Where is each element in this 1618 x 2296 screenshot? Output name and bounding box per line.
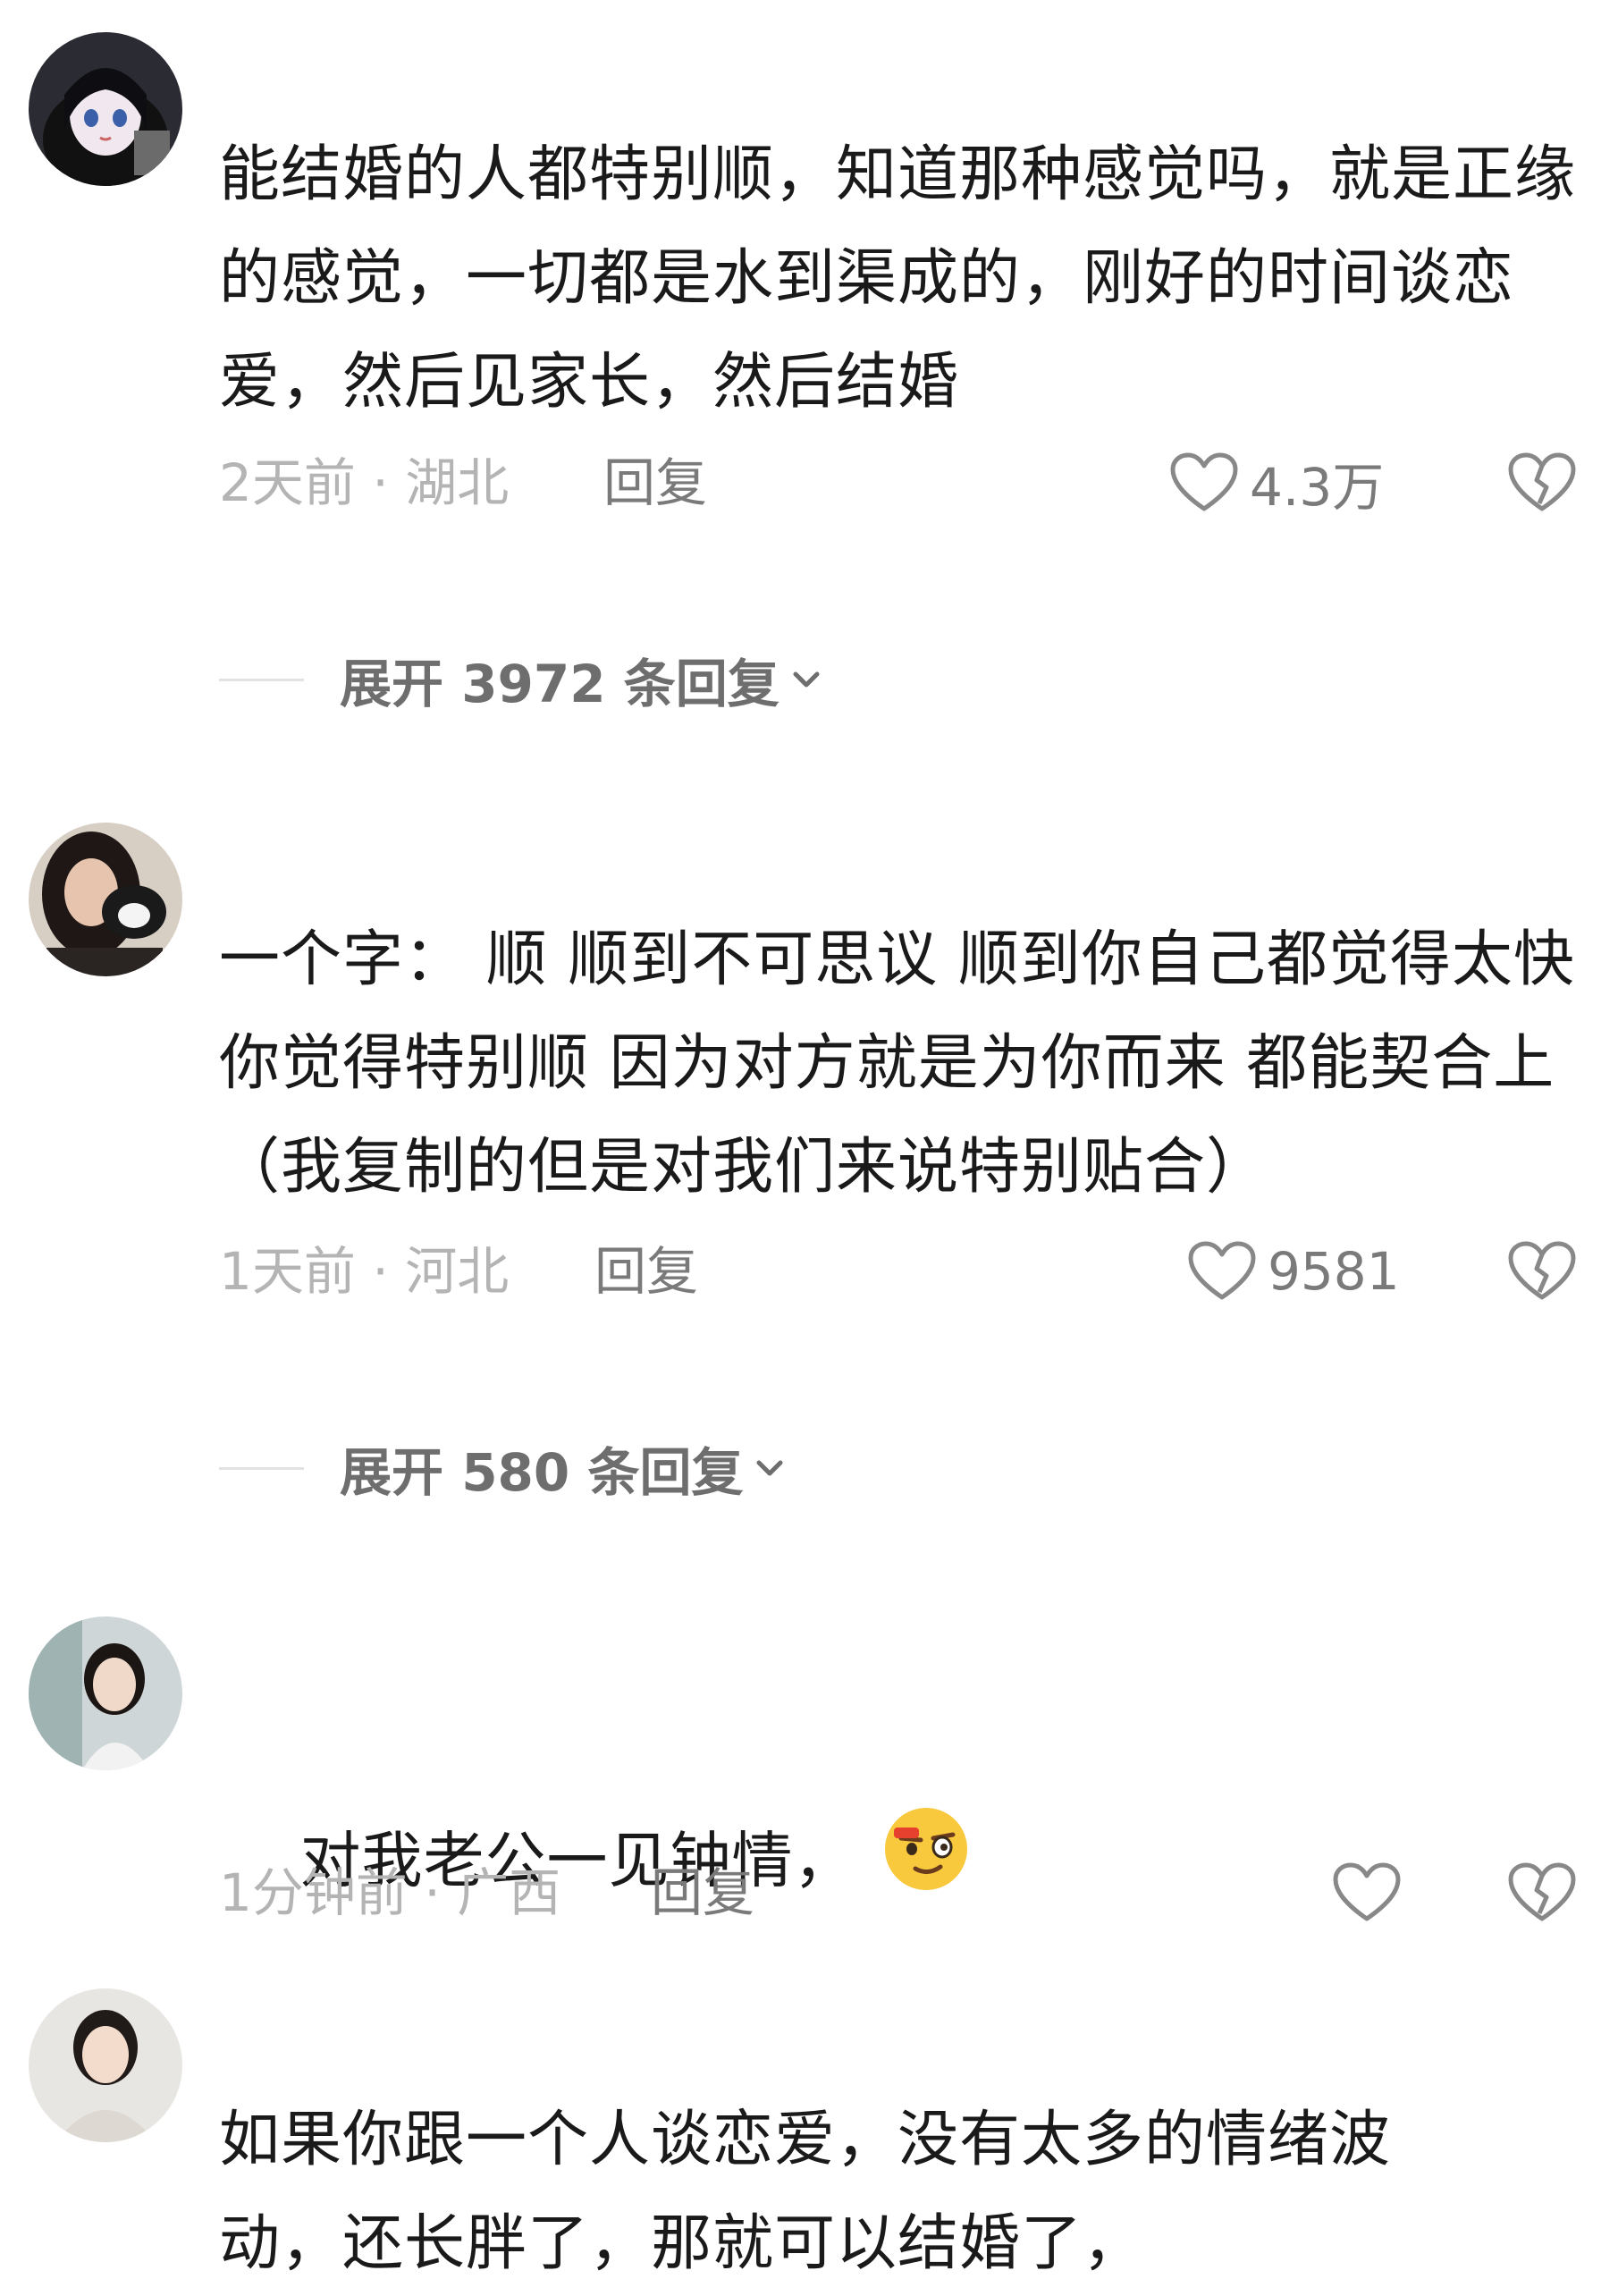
expand-replies-button[interactable]: 展开 3972 条回复 [219, 639, 826, 720]
user-avatar[interactable] [29, 823, 182, 976]
comment-time-location: 1分钟前 · 广西 [219, 1862, 561, 1923]
dislike-button[interactable] [1502, 443, 1582, 523]
chevron-down-icon [756, 1460, 783, 1476]
comment-text: 能结婚的人都特别顺，知道那种感觉吗，就是正缘的感觉，一切都是水到渠成的，刚好的时… [219, 139, 1577, 418]
comment-item: 对我老公一见钟情， 1分钟前 · 广西 回复 [0, 1583, 1618, 1940]
like-button[interactable] [1332, 1853, 1402, 1933]
reply-button[interactable]: 回复 [603, 443, 707, 523]
broken-heart-icon [1508, 452, 1576, 511]
woman-photo-avatar-icon [29, 1616, 182, 1770]
like-count: 9581 [1268, 1241, 1400, 1302]
chevron-down-icon [793, 671, 820, 688]
expand-replies-button[interactable]: 展开 580 条回复 [219, 1428, 789, 1508]
like-button[interactable]: 4.3万 [1169, 443, 1384, 523]
woman-portrait-avatar-icon [29, 1988, 182, 2142]
comment-item: 如果你跟一个人谈恋爱，没有太多的情绪波动，还长胖了，那就可以结婚了， [0, 1985, 1618, 2289]
dislike-button[interactable] [1502, 1231, 1582, 1312]
reply-button[interactable]: 回复 [594, 1231, 698, 1312]
heart-icon [1333, 1862, 1401, 1921]
blushing-smirk-emoji-icon [881, 1804, 971, 1926]
comment-item: 一个字： 顺 顺到不可思议 顺到你自己都觉得太快 你觉得特别顺 因为对方就是为你… [0, 787, 1618, 1503]
comment-item: 能结婚的人都特别顺，知道那种感觉吗，就是正缘的感觉，一切都是水到渠成的，刚好的时… [0, 0, 1618, 715]
dislike-button[interactable] [1502, 1853, 1582, 1933]
comment-text: 如果你跟一个人谈恋爱，没有太多的情绪波动，还长胖了，那就可以结婚了， [219, 2105, 1392, 2279]
broken-heart-icon [1508, 1862, 1576, 1921]
comment-time-location: 2天前 · 湖北 [219, 452, 510, 513]
divider [219, 1466, 304, 1470]
like-button[interactable]: 9581 [1187, 1231, 1400, 1312]
divider [219, 678, 304, 681]
anime-girl-avatar-icon [29, 32, 182, 186]
expand-replies-label: 展开 3972 条回复 [340, 654, 780, 714]
comment-time-location: 1天前 · 河北 [219, 1241, 510, 1302]
heart-icon [1170, 452, 1238, 511]
broken-heart-icon [1508, 1241, 1576, 1300]
like-count: 4.3万 [1250, 457, 1385, 518]
heart-icon [1188, 1241, 1256, 1300]
user-avatar[interactable] [29, 1988, 182, 2142]
user-avatar[interactable] [29, 1616, 182, 1770]
user-avatar[interactable] [29, 32, 182, 186]
expand-replies-label: 展开 580 条回复 [340, 1442, 744, 1503]
woman-with-cat-avatar-icon [29, 823, 182, 976]
reply-button[interactable]: 回复 [651, 1853, 754, 1933]
comment-text: 一个字： 顺 顺到不可思议 顺到你自己都觉得太快 你觉得特别顺 因为对方就是为你… [219, 924, 1596, 1203]
